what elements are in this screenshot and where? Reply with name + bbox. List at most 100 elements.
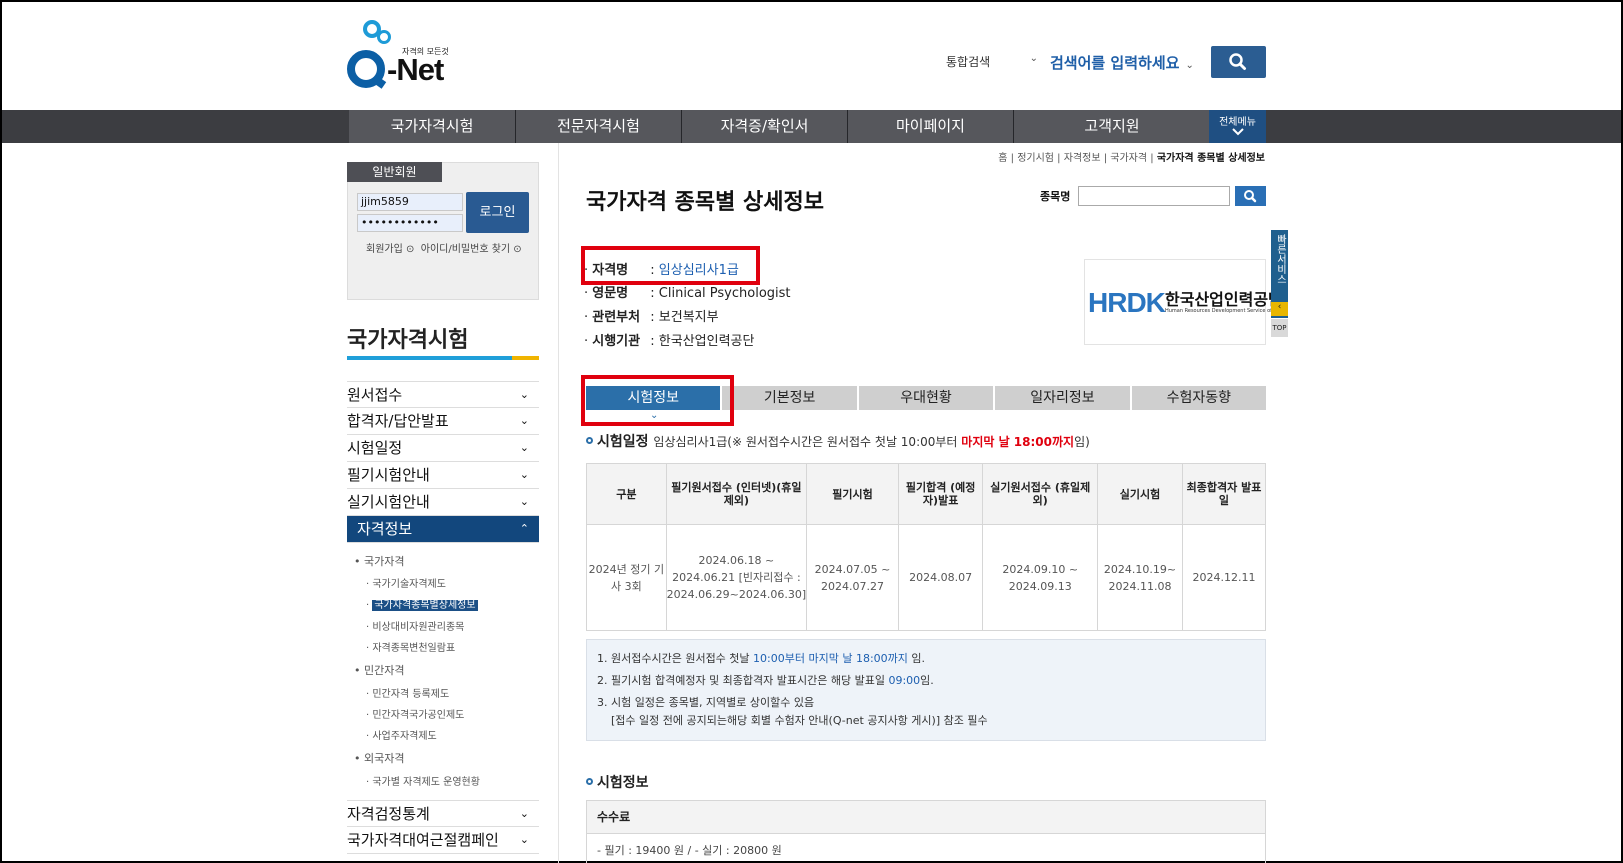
fee-row: - 필기 : 19400 원 / - 실기 : 20800 원 [586, 834, 1266, 863]
sidebar-item-statistics[interactable]: 자격검정통계 ⌄ [347, 800, 539, 827]
breadcrumb-home[interactable]: 홈 [998, 153, 1007, 164]
notice-blue-text: 09:00 [888, 674, 921, 687]
table-cell: 2024.09.10 ~ 2024.09.13 [982, 524, 1099, 631]
highlight-box-name [581, 246, 760, 285]
login-links: 회원가입 ⊙ 아이디/비밀번호 찾기 ⊙ [366, 240, 522, 255]
password-field[interactable]: •••••••••••• [357, 214, 463, 232]
sub-item-label: 민간자격국가공인제도 [372, 710, 465, 721]
sub-item-detail-info[interactable]: · 국가자격종목별상세정보 [366, 596, 478, 611]
info-key: 관련부처 [592, 310, 641, 325]
schedule-notice: 1. 원서접수시간은 원서접수 첫날 10:00부터 마지막 날 18:00까지… [586, 639, 1266, 741]
sidebar-item-results[interactable]: 합격자/답안발표 ⌄ [347, 408, 539, 435]
qnet-logo[interactable]: 자격의 모든것 -Net [347, 18, 457, 90]
chevron-down-icon: ⌄ [519, 468, 529, 481]
sub-item-foreign[interactable]: • 외국자격 [354, 750, 404, 766]
search-button[interactable] [1211, 46, 1266, 78]
search-placeholder: 검색어를 입력하세요 [1050, 54, 1180, 72]
sub-item-emergency[interactable]: · 비상대비자원관리종목 [366, 618, 464, 633]
sidebar-item-written-guide[interactable]: 필기시험안내 ⌄ [347, 462, 539, 489]
sidebar-item-label: 자격정보 [357, 520, 413, 538]
tab-jobs[interactable]: 일자리정보 [995, 386, 1130, 410]
sidebar-item-label: 원서접수 [347, 386, 403, 404]
breadcrumb-item[interactable]: 정기시험 [1017, 153, 1054, 164]
sub-item-label: 외국자격 [364, 752, 405, 765]
sub-item-tech-system[interactable]: · 국가기술자격제도 [366, 575, 446, 590]
sidebar-item-schedule[interactable]: 시험일정 ⌄ [347, 435, 539, 462]
chevron-down-icon: ⌄ [1029, 53, 1038, 64]
breadcrumb: 홈 | 정기시험 | 자격정보 | 국가자격 | 국가자격 종목별 상세정보 [998, 153, 1265, 164]
login-button[interactable]: 로그인 [466, 192, 529, 233]
table-cell: 2024.06.18 ~ 2024.06.21 [빈자리접수 : 2024.06… [665, 524, 808, 631]
sub-item-national[interactable]: • 국가자격 [354, 553, 404, 569]
schedule-table: 구분 필기원서접수 (인터넷)(휴일 제외) 필기시험 필기합격 (예정자)발표… [586, 463, 1267, 631]
sidebar-item-campaign[interactable]: 국가자격대여근절캠페인 ⌄ [347, 827, 539, 854]
chevron-down-icon: ⌄ [1185, 60, 1194, 71]
arrow-circle-icon: ⊙ [513, 244, 522, 255]
sub-item-label: 민간자격 [364, 664, 405, 677]
highlight-box-tab [581, 375, 734, 426]
logo-q-tail [371, 75, 387, 89]
hrdk-logo: HRDK 한국산업인력공단 Human Resources Developmen… [1084, 259, 1288, 345]
page-title: 국가자격 종목별 상세정보 [586, 190, 824, 215]
chevron-up-icon: ⌃ [519, 522, 529, 535]
sub-item-private-registration[interactable]: · 민간자격 등록제도 [366, 685, 449, 700]
search-category-select[interactable]: 통합검색 ⌄ [940, 47, 1046, 79]
top-button[interactable]: TOP [1271, 319, 1288, 337]
table-row: 2024년 정기 기사 3회 2024.06.18 ~ 2024.06.21 [… [586, 524, 1267, 631]
notice-text: 2. 필기시험 합격예정자 및 최종합격자 발표시간은 해당 발표일 [597, 674, 889, 687]
chevron-down-icon: ⌄ [519, 441, 529, 454]
nav-item-professional-exam[interactable]: 전문자격시험 [516, 110, 682, 143]
find-account-link[interactable]: 아이디/비밀번호 찾기 [421, 244, 510, 255]
sub-item-private[interactable]: • 민간자격 [354, 662, 404, 678]
nav-item-national-exam[interactable]: 국가자격시험 [349, 110, 516, 143]
sub-item-foreign-status[interactable]: · 국가별 자격제도 운영현황 [366, 773, 480, 788]
note-red-text: 마지막 날 18:00까지 [961, 435, 1075, 449]
breadcrumb-item[interactable]: 국가자격 [1110, 153, 1147, 164]
sidebar-item-practical-guide[interactable]: 실기시험안내 ⌄ [347, 489, 539, 516]
search-icon [1229, 53, 1246, 70]
user-id-field[interactable]: jjim5859 [357, 193, 463, 211]
top-label: TOP [1272, 324, 1287, 332]
item-search-input[interactable] [1078, 186, 1230, 206]
search-category-value: 통합검색 [946, 55, 991, 69]
sidebar-title: 국가자격시험 [347, 328, 469, 353]
all-menu-label: 전체메뉴 [1219, 117, 1256, 128]
sub-item-private-certified[interactable]: · 민간자격국가공인제도 [366, 706, 464, 721]
notice-line-2: 2. 필기시험 합격예정자 및 최종합격자 발표시간은 해당 발표일 09:00… [597, 670, 1255, 692]
nav-item-support[interactable]: 고객지원 [1014, 110, 1211, 143]
info-value: 보건복지부 [658, 310, 719, 325]
tab-examinee-trends[interactable]: 수험자동향 [1131, 386, 1267, 410]
breadcrumb-current: 국가자격 종목별 상세정보 [1156, 153, 1265, 164]
tab-preference[interactable]: 우대현황 [858, 386, 994, 410]
search-icon [1244, 190, 1257, 203]
all-menu-button[interactable]: 전체메뉴 [1209, 110, 1266, 143]
nav-item-certificate[interactable]: 자격증/확인서 [682, 110, 848, 143]
sidebar-title-underline [347, 356, 512, 360]
section-title-text: 시험일정 [597, 434, 649, 450]
item-search-button[interactable] [1235, 186, 1266, 206]
exam-info-section-title: 시험정보 [586, 772, 649, 792]
chevron-left-icon[interactable]: ‹ [1271, 302, 1288, 316]
sidebar-item-application[interactable]: 원서접수 ⌄ [347, 381, 539, 408]
sub-item-label: 자격종목변천일람표 [372, 643, 456, 654]
sidebar-item-label: 필기시험안내 [347, 466, 430, 484]
table-cell: 2024년 정기 기사 3회 [586, 524, 667, 631]
breadcrumb-item[interactable]: 자격정보 [1064, 153, 1101, 164]
section-title-text: 시험정보 [597, 775, 649, 791]
nav-item-mypage[interactable]: 마이페이지 [848, 110, 1014, 143]
sub-item-label: 비상대비자원관리종목 [372, 622, 465, 633]
sub-item-employer[interactable]: · 사업주자격제도 [366, 727, 437, 742]
sidebar-item-qualification-info[interactable]: 자격정보 ⌃ [347, 516, 539, 543]
info-value: Clinical Psychologist [658, 286, 791, 301]
hrdk-mark: HRDK [1088, 287, 1166, 318]
table-header: 필기합격 (예정자)발표 [897, 463, 984, 525]
notice-text: 1. 원서접수시간은 원서접수 첫날 [597, 652, 754, 665]
sidebar-item-label: 실기시험안내 [347, 493, 430, 511]
join-link[interactable]: 회원가입 [366, 244, 403, 255]
table-header-row: 구분 필기원서접수 (인터넷)(휴일 제외) 필기시험 필기합격 (예정자)발표… [586, 463, 1267, 525]
chevron-down-icon: ⌄ [519, 833, 529, 846]
tab-basic-info[interactable]: 기본정보 [722, 386, 857, 410]
sub-item-history[interactable]: · 자격종목변천일람표 [366, 639, 455, 654]
search-input[interactable]: 검색어를 입력하세요 ⌄ [1050, 47, 1205, 79]
notice-text: 임. [907, 652, 926, 665]
